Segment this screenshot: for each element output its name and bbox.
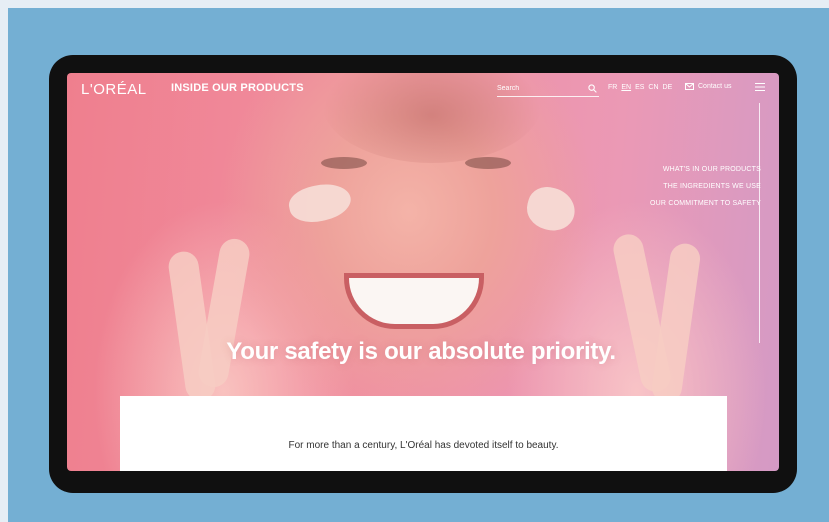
side-nav-item-whats-in-our-products[interactable]: WHAT'S IN OUR PRODUCTS bbox=[650, 161, 761, 178]
contact-us-label: Contact us bbox=[698, 83, 732, 90]
side-nav-item-ingredients[interactable]: THE INGREDIENTS WE USE bbox=[650, 178, 761, 195]
top-navigation: L'ORÉAL INSIDE OUR PRODUCTS FR EN ES CN … bbox=[67, 73, 779, 103]
product-section-title[interactable]: INSIDE OUR PRODUCTS bbox=[171, 82, 304, 94]
hero-left-eye bbox=[321, 157, 367, 169]
side-nav-item-commitment-to-safety[interactable]: OUR COMMITMENT TO SAFETY bbox=[650, 195, 761, 212]
language-option-en[interactable]: EN bbox=[621, 84, 631, 91]
hero-cream-right bbox=[522, 182, 580, 236]
intro-text: For more than a century, L'Oréal has dev… bbox=[288, 440, 559, 451]
website-screen: L'ORÉAL INSIDE OUR PRODUCTS FR EN ES CN … bbox=[67, 73, 779, 471]
mail-icon bbox=[685, 83, 694, 90]
search-icon[interactable] bbox=[588, 84, 597, 93]
side-nav-divider bbox=[759, 103, 760, 343]
hero-smile bbox=[349, 278, 479, 324]
section-side-navigation: WHAT'S IN OUR PRODUCTS THE INGREDIENTS W… bbox=[650, 161, 761, 212]
contact-us-link[interactable]: Contact us bbox=[685, 83, 731, 90]
hero-cream-left bbox=[285, 178, 355, 228]
language-switcher: FR EN ES CN DE bbox=[608, 84, 672, 91]
brand-logo[interactable]: L'ORÉAL bbox=[81, 81, 147, 98]
hero-headline: Your safety is our absolute priority. bbox=[226, 338, 616, 365]
language-option-cn[interactable]: CN bbox=[648, 84, 658, 91]
search-input[interactable] bbox=[497, 81, 599, 97]
language-option-fr[interactable]: FR bbox=[608, 84, 617, 91]
language-option-es[interactable]: ES bbox=[635, 84, 644, 91]
intro-content-card: For more than a century, L'Oréal has dev… bbox=[120, 396, 727, 471]
language-option-de[interactable]: DE bbox=[663, 84, 673, 91]
hero-right-eye bbox=[465, 157, 511, 169]
hamburger-menu-icon[interactable] bbox=[755, 82, 765, 92]
